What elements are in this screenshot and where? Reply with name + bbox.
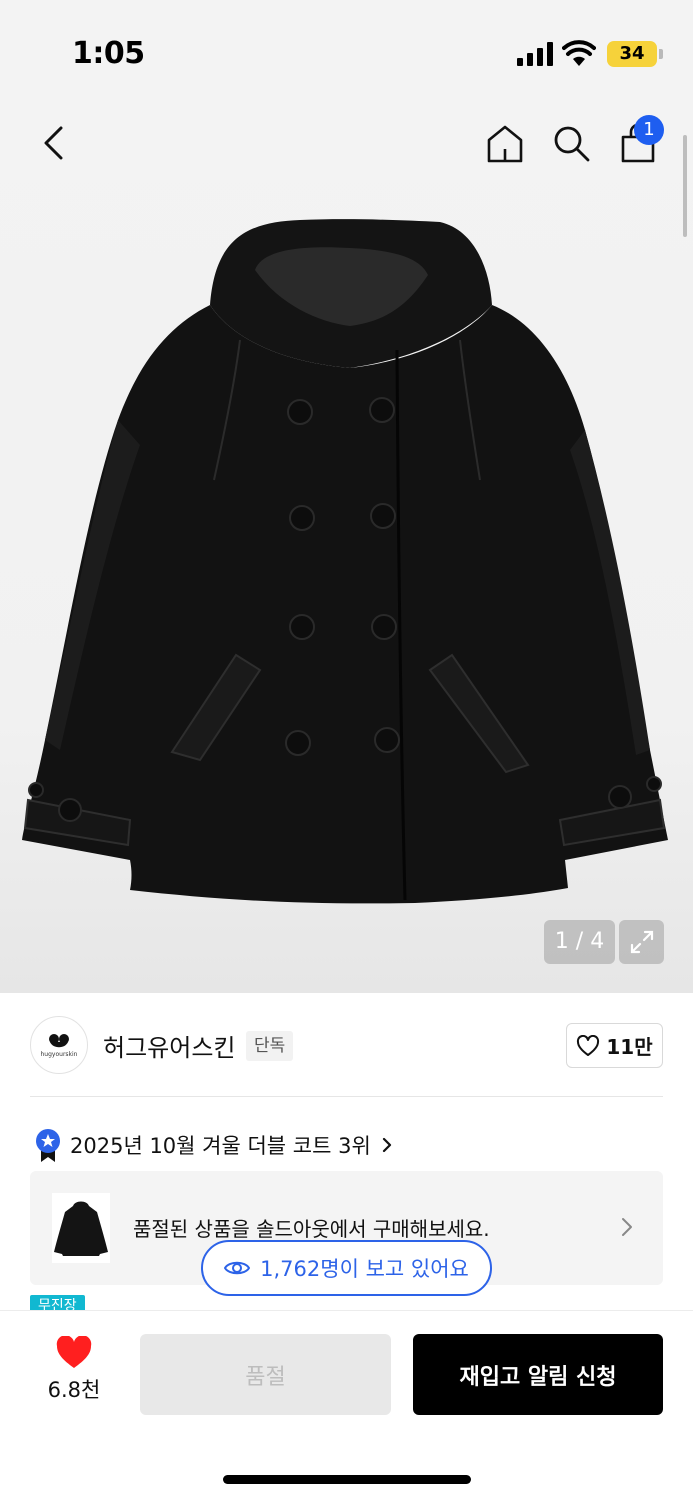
scroll-indicator[interactable] xyxy=(683,135,687,237)
wifi-icon xyxy=(562,40,596,66)
cellular-signal-icon xyxy=(517,42,555,66)
viewers-pill: 1,762명이 보고 있어요 xyxy=(201,1240,492,1296)
back-button[interactable] xyxy=(30,120,76,166)
eye-icon xyxy=(224,1261,251,1275)
ranking-text: 2025년 10월 겨울 더블 코트 3위 xyxy=(70,1134,371,1158)
product-image-gallery[interactable]: 1 1 / 4 xyxy=(0,100,693,993)
expand-icon xyxy=(630,930,653,954)
ranking-badge-icon xyxy=(36,1129,60,1162)
soldout-button[interactable]: 품절 xyxy=(140,1334,391,1415)
search-button[interactable] xyxy=(546,118,596,168)
cart-count-badge: 1 xyxy=(634,115,664,145)
brand-logo-icon xyxy=(49,1034,69,1048)
home-button[interactable] xyxy=(480,118,530,168)
image-page-counter: 1 / 4 xyxy=(544,920,615,964)
brand-like-count: 11만 xyxy=(606,1035,653,1059)
brand-like-button[interactable]: 11만 xyxy=(566,1023,663,1068)
wishlist-button[interactable]: 6.8천 xyxy=(40,1336,108,1414)
battery-indicator: 34 xyxy=(607,41,657,67)
soldout-thumbnail xyxy=(52,1193,110,1263)
expand-image-button[interactable] xyxy=(619,920,664,964)
soldout-promo-text: 품절된 상품을 솔드아웃에서 구매해보세요. xyxy=(133,1217,490,1241)
heart-outline-icon xyxy=(577,1034,600,1056)
exclusive-tag: 단독 xyxy=(246,1031,294,1061)
battery-cap xyxy=(659,49,663,59)
viewers-text: 1,762명이 보고 있어요 xyxy=(260,1257,469,1281)
chevron-right-icon xyxy=(622,1218,632,1236)
status-time: 1:05 xyxy=(72,36,145,71)
home-icon xyxy=(487,125,523,163)
coat-thumbnail-image xyxy=(54,1201,108,1256)
ranking-link[interactable]: 2025년 10월 겨울 더블 코트 3위 xyxy=(34,1128,393,1162)
chevron-left-icon xyxy=(44,126,63,160)
search-icon xyxy=(554,126,590,162)
brand-logo-text: hugyourskin xyxy=(40,1051,78,1058)
product-image-coat xyxy=(22,219,668,904)
status-bar: 1:05 34 xyxy=(0,0,693,100)
home-indicator[interactable] xyxy=(223,1475,471,1484)
divider xyxy=(30,1096,663,1097)
wishlist-count: 6.8천 xyxy=(47,1378,101,1402)
brand-logo[interactable]: hugyourskin xyxy=(30,1016,88,1074)
brand-name[interactable]: 허그유어스킨 xyxy=(103,1028,235,1063)
heart-filled-icon xyxy=(56,1336,92,1368)
restock-alert-button[interactable]: 재입고 알림 신청 xyxy=(413,1334,663,1415)
chevron-right-icon xyxy=(382,1137,391,1153)
